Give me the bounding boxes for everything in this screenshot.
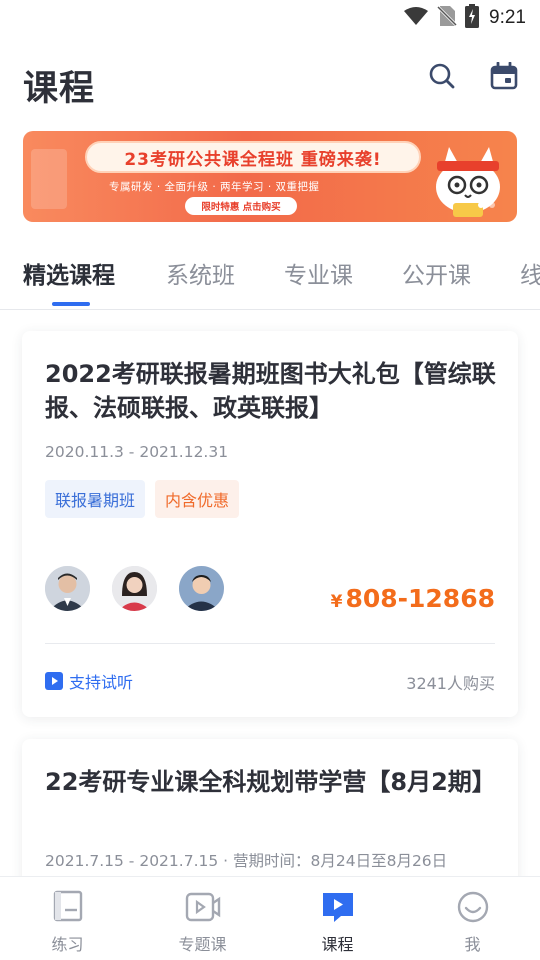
price-value: 808-12868 — [345, 584, 495, 613]
course-price: ¥ 808-12868 — [331, 584, 495, 613]
banner-building-decoration — [31, 149, 67, 209]
status-time: 9:21 — [489, 7, 526, 28]
play-icon — [45, 672, 63, 690]
promo-banner[interactable]: 23考研公共课全程班 重磅来袭! 专属研发 · 全面升级 · 两年学习 · 双重… — [23, 131, 517, 222]
teacher-avatar[interactable] — [45, 566, 90, 611]
course-tags: 联报暑期班 内含优惠 — [45, 480, 240, 518]
category-tabs: 精选课程 系统班 专业课 公开课 线 — [0, 248, 540, 310]
course-date: 2021.7.15 - 2021.7.15 · 营期时间：8月24日至8月26日 — [45, 852, 448, 870]
page-title: 课程 — [23, 69, 96, 109]
nav-me[interactable]: 我 — [405, 877, 540, 960]
tab-featured-courses[interactable]: 精选课程 — [23, 256, 115, 290]
nav-label: 课程 — [321, 935, 354, 954]
nav-label: 我 — [464, 935, 481, 954]
price-currency: ¥ — [330, 592, 343, 612]
status-bar: 9:21 — [0, 0, 540, 36]
search-icon — [429, 63, 455, 89]
nav-topic-courses[interactable]: 专题课 — [135, 877, 270, 960]
card-divider — [45, 643, 495, 644]
banner-cta-button[interactable]: 限时特惠 点击购买 — [185, 197, 297, 215]
nav-practice[interactable]: 练习 — [0, 877, 135, 960]
teacher-avatar[interactable] — [112, 566, 157, 611]
calendar-button[interactable] — [489, 61, 519, 91]
teacher-avatars — [45, 566, 224, 611]
tab-major-courses[interactable]: 专业课 — [284, 256, 353, 290]
wifi-icon — [403, 6, 429, 30]
carousel-dot-active — [478, 202, 484, 208]
search-button[interactable] — [427, 61, 457, 91]
status-icons: 9:21 — [403, 4, 526, 32]
banner-subline: 专属研发 · 全面升级 · 两年学习 · 双重把握 — [109, 181, 320, 193]
battery-icon — [465, 4, 480, 32]
trial-label: 支持试听 — [69, 673, 134, 692]
video-icon — [185, 889, 221, 925]
carousel-dots — [478, 202, 495, 208]
course-title: 22考研专业课全科规划带学营【8月2期】 — [45, 768, 496, 796]
bottom-navigation: 练习 专题课 课程 我 — [0, 876, 540, 960]
tab-more[interactable]: 线 — [520, 256, 540, 290]
nav-label: 练习 — [51, 935, 84, 954]
tab-active-indicator — [52, 302, 90, 306]
carousel-dot — [489, 202, 495, 208]
tab-public-courses[interactable]: 公开课 — [402, 256, 471, 290]
course-card[interactable]: 2022考研联报暑期班图书大礼包【管综联报、法硕联报、政英联报】 2020.11… — [22, 331, 518, 717]
course-tag: 联报暑期班 — [45, 480, 146, 518]
banner-headline-box: 23考研公共课全程班 重磅来袭! — [85, 141, 421, 173]
calendar-icon — [490, 62, 518, 90]
buyers-count: 3241人购买 — [406, 674, 495, 693]
course-date: 2020.11.3 - 2021.12.31 — [45, 443, 229, 461]
play-flag-icon — [320, 889, 356, 925]
tab-system-class[interactable]: 系统班 — [166, 256, 235, 290]
course-title: 2022考研联报暑期班图书大礼包【管综联报、法硕联报、政英联报】 — [45, 360, 496, 422]
nav-label: 专题课 — [178, 935, 227, 954]
discount-tag: 内含优惠 — [155, 480, 240, 518]
nav-courses[interactable]: 课程 — [270, 877, 405, 960]
book-icon — [50, 889, 86, 925]
banner-headline: 23考研公共课全程班 重磅来袭! — [124, 149, 382, 170]
trial-link[interactable]: 支持试听 — [45, 669, 133, 693]
mascot-illustration — [423, 137, 513, 222]
smile-icon — [455, 889, 491, 925]
no-sim-icon — [436, 5, 458, 31]
teacher-avatar[interactable] — [179, 566, 224, 611]
